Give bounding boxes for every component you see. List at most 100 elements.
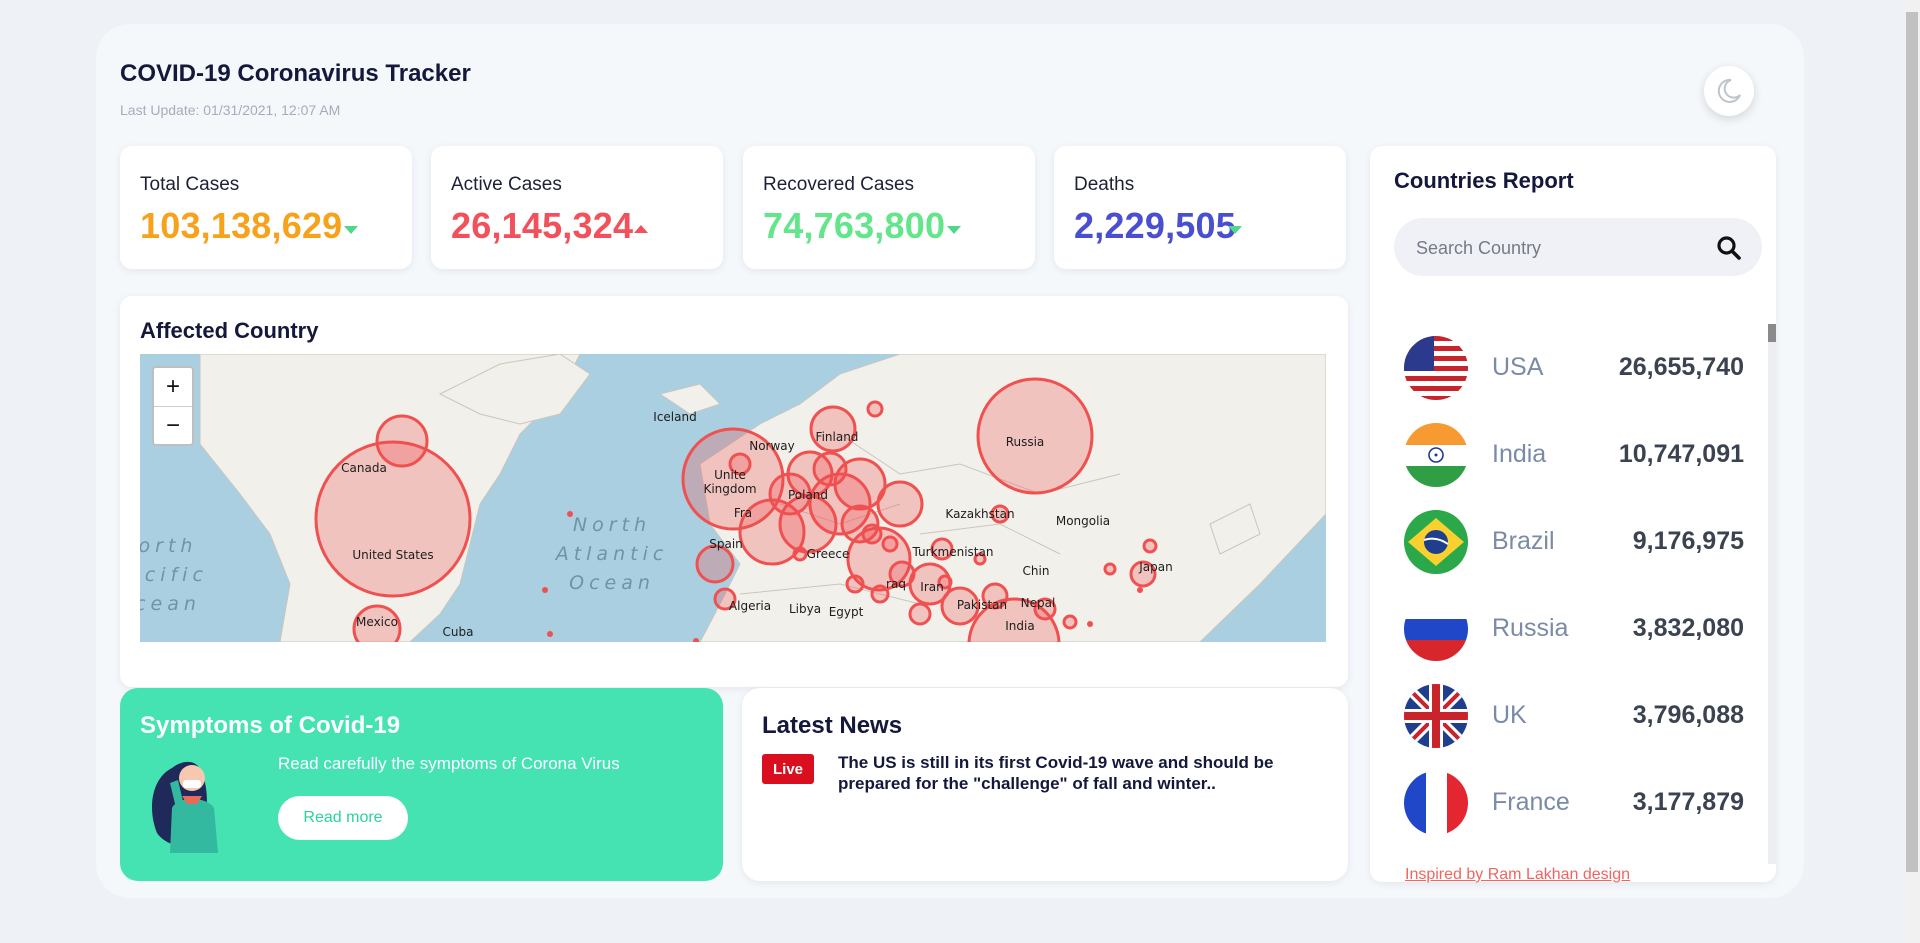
stat-value: 103,138,629 bbox=[140, 205, 343, 246]
map-label-north-atlantic-2: Atlantic bbox=[554, 543, 669, 565]
map-label-libya: Libya bbox=[789, 602, 821, 616]
country-row-india[interactable]: India 10,747,091 bbox=[1404, 418, 1744, 488]
stat-value: 2,229,505 bbox=[1074, 205, 1236, 246]
map-label-egypt: Egypt bbox=[829, 605, 864, 619]
stat-card-deaths: Deaths 2,229,505 bbox=[1054, 146, 1346, 269]
page-title: COVID-19 Coronavirus Tracker bbox=[120, 60, 471, 87]
usa-flag-icon bbox=[1404, 336, 1468, 400]
country-row-usa[interactable]: USA 26,655,740 bbox=[1404, 331, 1744, 401]
countries-title: Countries Report bbox=[1394, 168, 1574, 193]
country-name: UK bbox=[1492, 701, 1527, 729]
page-scrollbar[interactable] bbox=[1903, 0, 1920, 943]
country-row-brazil[interactable]: Brazil 9,176,975 bbox=[1404, 505, 1744, 575]
country-name: USA bbox=[1492, 353, 1544, 381]
map-title: Affected Country bbox=[140, 318, 319, 343]
live-badge: Live bbox=[762, 754, 814, 784]
world-map[interactable]: Canada United States Mexico Cuba Iceland… bbox=[140, 354, 1326, 642]
map-label-north-pacific-1: orth bbox=[140, 535, 197, 557]
map-label-pakistan: Pakistan bbox=[957, 598, 1007, 612]
map-label-kazakhstan: Kazakhstan bbox=[945, 507, 1014, 521]
search-input[interactable] bbox=[1414, 218, 1708, 278]
country-row-uk[interactable]: UK 3,796,088 bbox=[1404, 679, 1744, 749]
map-label-cuba: Cuba bbox=[443, 625, 474, 639]
affected-country-card: Affected Country Canada United States Me… bbox=[120, 296, 1348, 687]
symptoms-card: Symptoms of Covid-19 Read carefully the … bbox=[120, 688, 723, 881]
countries-scrollbar[interactable] bbox=[1768, 324, 1776, 864]
country-count: 9,176,975 bbox=[1632, 527, 1744, 555]
map-label-north-atlantic-1: North bbox=[573, 514, 651, 536]
last-update: Last Update: 01/31/2021, 12:07 AM bbox=[120, 102, 341, 118]
page-scrollbar-thumb[interactable] bbox=[1906, 12, 1918, 872]
stat-value: 26,145,324 bbox=[451, 205, 634, 246]
latest-news-card: Latest News Live The US is still in its … bbox=[742, 688, 1348, 881]
stat-label: Recovered Cases bbox=[763, 174, 915, 195]
app-container: COVID-19 Coronavirus Tracker Last Update… bbox=[96, 24, 1804, 898]
country-row-russia[interactable]: Russia 3,832,080 bbox=[1404, 592, 1744, 662]
person-illustration-icon bbox=[152, 761, 218, 853]
zoom-out-button[interactable]: − bbox=[154, 407, 192, 444]
map-canvas[interactable]: Canada United States Mexico Cuba Iceland… bbox=[140, 354, 1326, 642]
zoom-control: + − bbox=[152, 366, 194, 446]
map-label-north-pacific-2: acific bbox=[140, 564, 208, 586]
map-label-india: India bbox=[1005, 619, 1034, 633]
map-label-iraq: raq bbox=[886, 577, 906, 591]
map-label-norway: Norway bbox=[749, 439, 795, 453]
stat-card-active: Active Cases 26,145,324 bbox=[431, 146, 723, 269]
map-label-mongolia: Mongolia bbox=[1056, 514, 1110, 528]
country-name: Brazil bbox=[1492, 527, 1555, 555]
trend-up-icon bbox=[634, 225, 648, 233]
country-row-france[interactable]: France 3,177,879 bbox=[1404, 766, 1744, 836]
stat-label: Active Cases bbox=[451, 174, 562, 195]
country-name: India bbox=[1492, 440, 1547, 468]
uk-flag-icon bbox=[1404, 684, 1468, 748]
search-box bbox=[1394, 218, 1762, 278]
read-more-button[interactable]: Read more bbox=[278, 796, 408, 840]
map-label-turkmenistan: Turkmenistan bbox=[912, 545, 994, 559]
map-label-russia: Russia bbox=[1006, 435, 1045, 449]
news-title: Latest News bbox=[762, 712, 903, 739]
map-label-japan: Japan bbox=[1138, 560, 1172, 574]
map-label-finland: Finland bbox=[816, 430, 859, 444]
map-label-north-pacific-3: cean bbox=[140, 593, 201, 615]
country-name: Russia bbox=[1492, 614, 1569, 642]
map-label-mexico: Mexico bbox=[356, 615, 398, 629]
trend-down-icon bbox=[1228, 226, 1242, 234]
moon-icon bbox=[1717, 78, 1741, 103]
map-label-china: Chin bbox=[1023, 564, 1050, 578]
zoom-in-button[interactable]: + bbox=[154, 368, 192, 407]
map-label-iceland: Iceland bbox=[653, 410, 696, 424]
stat-label: Deaths bbox=[1074, 174, 1135, 195]
map-label-usa: United States bbox=[352, 548, 433, 562]
stat-card-total: Total Cases 103,138,629 bbox=[120, 146, 412, 269]
map-label-poland: Poland bbox=[788, 488, 828, 502]
france-flag-icon bbox=[1404, 771, 1468, 835]
map-label-spain: Spain bbox=[709, 537, 743, 551]
trend-down-icon bbox=[947, 226, 961, 234]
credit-link[interactable]: Inspired by Ram Lakhan design bbox=[1405, 866, 1630, 884]
country-count: 3,832,080 bbox=[1632, 614, 1744, 642]
map-label-greece: Greece bbox=[807, 547, 850, 561]
country-count: 10,747,091 bbox=[1618, 440, 1744, 468]
theme-toggle-button[interactable] bbox=[1704, 66, 1754, 116]
map-label-north-atlantic-3: Ocean bbox=[569, 572, 655, 594]
stat-value: 74,763,800 bbox=[763, 205, 946, 246]
map-label-iran: Iran bbox=[920, 580, 943, 594]
symptoms-description: Read carefully the symptoms of Corona Vi… bbox=[278, 754, 620, 773]
stat-card-recovered: Recovered Cases 74,763,800 bbox=[743, 146, 1035, 269]
country-count: 3,177,879 bbox=[1632, 788, 1744, 816]
countries-report-panel: Countries Report Search Country USA 26,6… bbox=[1370, 146, 1776, 882]
map-label-uk-2: Kingdom bbox=[703, 482, 756, 496]
symptoms-title: Symptoms of Covid-19 bbox=[140, 712, 401, 739]
news-headline[interactable]: The US is still in its first Covid-19 wa… bbox=[838, 752, 1328, 794]
map-label-algeria: Algeria bbox=[729, 599, 771, 613]
countries-scrollbar-thumb[interactable] bbox=[1768, 324, 1776, 342]
russia-flag-icon bbox=[1404, 597, 1468, 661]
search-icon[interactable] bbox=[1716, 235, 1742, 261]
india-flag-icon bbox=[1404, 423, 1468, 487]
map-label-canada: Canada bbox=[341, 461, 387, 475]
map-label-uk-1: Unite bbox=[714, 468, 746, 482]
map-label-nepal: Nepal bbox=[1021, 596, 1056, 610]
map-label-france: Fra bbox=[734, 506, 752, 520]
trend-down-icon bbox=[344, 226, 358, 234]
brazil-flag-icon bbox=[1404, 510, 1468, 574]
